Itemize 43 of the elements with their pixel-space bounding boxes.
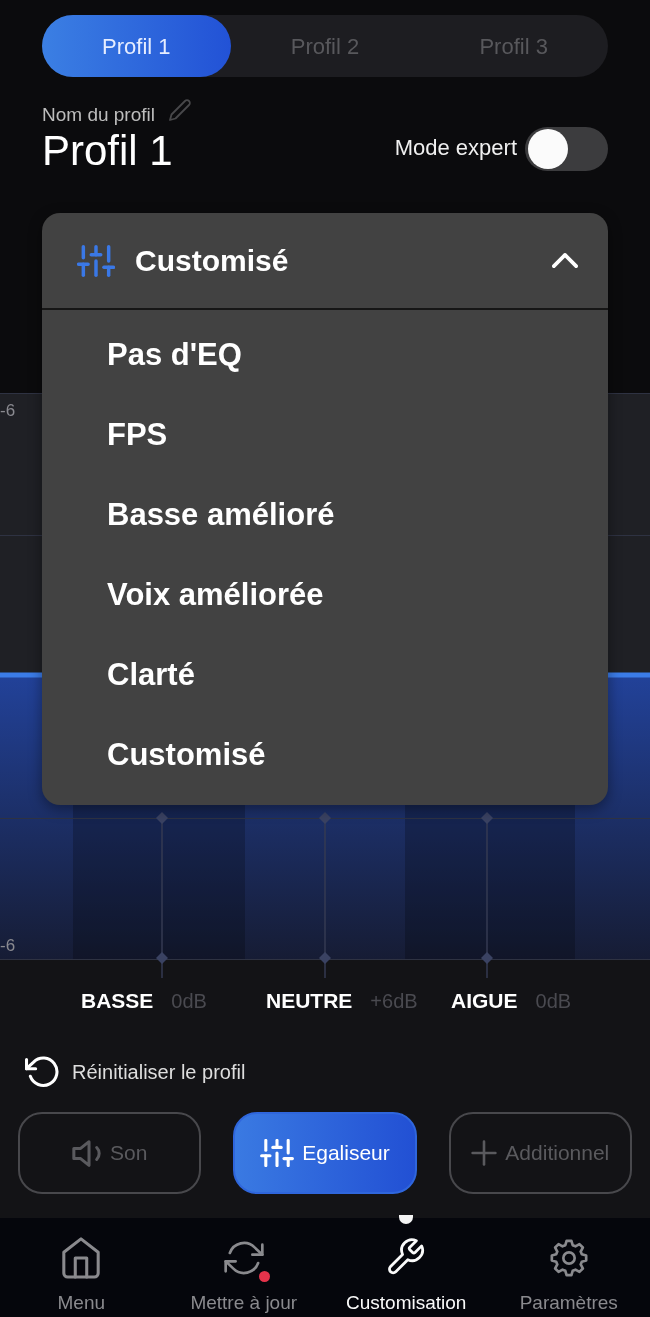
expert-mode-toggle[interactable] xyxy=(525,127,608,171)
bottom-nav-item[interactable]: Customisation xyxy=(325,1218,488,1317)
reset-icon xyxy=(25,1054,60,1090)
band-name: AIGUE xyxy=(451,988,518,1015)
bottom-nav-item[interactable]: Paramètres xyxy=(487,1218,650,1317)
band-gain-reading: +6dB xyxy=(370,989,418,1014)
diamond-marker-icon xyxy=(481,812,493,824)
sync-icon xyxy=(223,1241,264,1275)
band-name: NEUTRE xyxy=(266,988,353,1015)
band-gain-reading: 0dB xyxy=(535,989,572,1014)
diamond-marker-icon xyxy=(156,952,168,964)
sliders-icon xyxy=(260,1139,295,1167)
dropdown-option[interactable]: Customisé xyxy=(42,715,608,795)
bottom-nav-item[interactable]: Menu xyxy=(0,1218,163,1317)
home-icon xyxy=(60,1237,103,1279)
active-indicator-icon xyxy=(399,1215,414,1224)
preset-dropdown[interactable]: Customisé xyxy=(42,213,608,310)
diamond-marker-icon xyxy=(481,952,493,964)
axis-label: -6 xyxy=(0,936,16,955)
plus-icon xyxy=(471,1140,498,1166)
axis-label: -6 xyxy=(0,401,16,420)
chevron-up-icon xyxy=(552,253,578,268)
sliders-icon xyxy=(77,244,115,277)
bottom-nav-item[interactable]: Mettre à jour xyxy=(162,1218,325,1317)
dropdown-option[interactable]: Voix améliorée xyxy=(42,555,608,635)
reset-profile-button[interactable]: Réinitialiser le profil xyxy=(25,1055,246,1089)
diamond-marker-icon xyxy=(319,812,331,824)
diamond-marker-icon xyxy=(319,952,331,964)
section-tab[interactable]: Egaliseur xyxy=(233,1112,417,1194)
diamond-marker-icon xyxy=(156,812,168,824)
band-gain-reading: 0dB xyxy=(171,989,207,1014)
dropdown-option[interactable]: Basse amélioré xyxy=(42,475,608,555)
band-name: BASSE xyxy=(81,988,154,1015)
profile-name-label: Nom du profil xyxy=(42,103,155,127)
dropdown-option[interactable]: Clarté xyxy=(42,635,608,715)
speaker-icon xyxy=(71,1139,102,1167)
dropdown-option[interactable]: Pas d'EQ xyxy=(42,315,608,395)
profile-tab[interactable]: Profil 1 xyxy=(42,15,231,77)
settings-icon xyxy=(548,1238,589,1278)
expert-mode-label: Mode expert xyxy=(394,133,517,162)
pencil-icon xyxy=(169,99,191,121)
dropdown-option[interactable]: FPS xyxy=(42,395,608,475)
profile-name: Profil 1 xyxy=(42,127,174,175)
